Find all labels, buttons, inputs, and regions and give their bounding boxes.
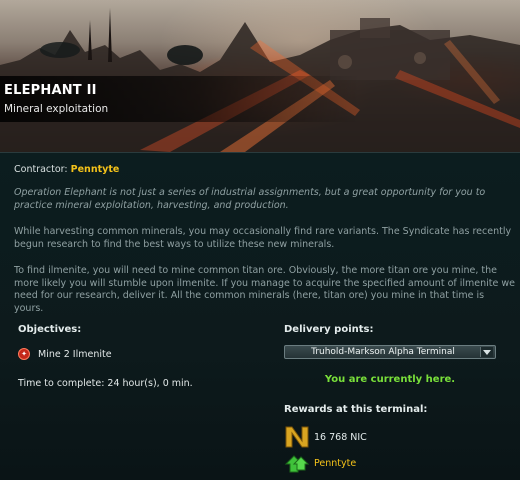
contractor-name[interactable]: Penntyte [71,164,120,175]
objectives-heading: Objectives: [18,324,82,335]
contractor-line: Contractor: Penntyte [14,164,119,177]
objective-label: Mine 2 Ilmenite [38,348,112,360]
nic-currency-icon [285,426,309,448]
rewards-heading: Rewards at this terminal: [284,404,428,415]
red-objective-icon: ✦ [18,348,30,360]
reward-item-nic: 16 768 NIC [284,425,367,449]
objective-item: ✦ Mine 2 Ilmenite [18,348,112,360]
delivery-point-select[interactable]: Truhold-Markson Alpha Terminal [284,345,496,359]
reward-reputation-value[interactable]: Penntyte [314,458,356,469]
chevron-down-icon[interactable] [480,347,493,357]
description-paragraph-3: To find ilmenite, you will need to mine … [14,265,515,314]
current-location-status: You are currently here. [324,374,456,385]
reward-item-reputation: Penntyte [284,452,356,474]
mission-subtitle: Mineral exploitation [4,103,109,115]
reward-nic-value: 16 768 NIC [314,431,367,443]
mission-banner: ELEPHANT II Mineral exploitation [0,0,520,152]
description-paragraph-2: While harvesting common minerals, you ma… [14,226,512,250]
delivery-point-selected: Truhold-Markson Alpha Terminal [311,347,455,357]
contractor-label: Contractor: [14,164,68,175]
time-to-complete: Time to complete: 24 hour(s), 0 min. [18,378,193,389]
reputation-up-icon [284,455,310,473]
description-paragraph-1: Operation Elephant is not just a series … [14,187,486,211]
delivery-heading: Delivery points: [284,324,374,335]
mission-title: ELEPHANT II [4,83,97,98]
